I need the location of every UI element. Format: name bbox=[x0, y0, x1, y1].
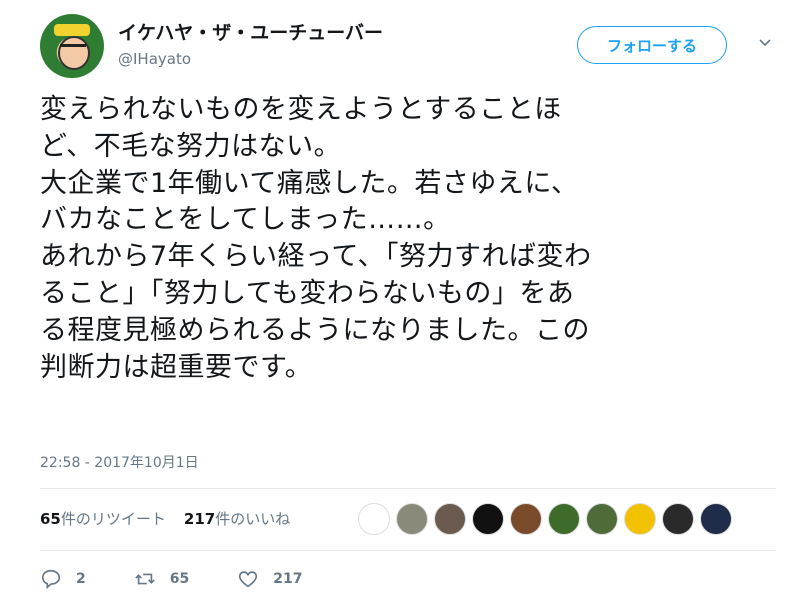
anime-avatar[interactable] bbox=[434, 503, 466, 535]
likes-count: 217 bbox=[183, 510, 216, 528]
heart-icon bbox=[239, 571, 258, 588]
like-button[interactable]: 217 bbox=[237, 568, 302, 590]
retweets-stat[interactable]: 65件のリツイート bbox=[40, 508, 166, 529]
chevron-down-icon[interactable] bbox=[758, 36, 772, 50]
author-avatar[interactable] bbox=[40, 14, 104, 78]
tweet-text: 変えられないものを変えようとすることほ ど、不毛な努力はない。 大企業で1年働い… bbox=[40, 94, 592, 383]
reply-icon bbox=[41, 569, 61, 590]
doodle-avatar[interactable] bbox=[358, 503, 390, 535]
likes-label: 件のいいね bbox=[215, 510, 291, 528]
author-display-name[interactable]: イケハヤ・ザ・ユーチューバー bbox=[118, 18, 383, 45]
night-avatar[interactable] bbox=[510, 503, 542, 535]
reply-count: 2 bbox=[76, 571, 86, 587]
liker-avatars bbox=[358, 503, 732, 535]
follow-button[interactable]: フォローする bbox=[577, 26, 727, 64]
tweet-timestamp[interactable]: 22:58 - 2017年10月1日 bbox=[40, 452, 199, 472]
retweets-count: 65 bbox=[40, 510, 61, 528]
logo-avatar[interactable] bbox=[700, 503, 732, 535]
photo-avatar[interactable] bbox=[396, 503, 428, 535]
retweet-icon bbox=[134, 573, 155, 585]
like-count: 217 bbox=[273, 571, 303, 587]
retweets-label: 件のリツイート bbox=[60, 510, 166, 528]
tweet-actions: 2 65 217 bbox=[40, 568, 350, 590]
dark-avatar[interactable] bbox=[472, 503, 504, 535]
avatar-hat-shape bbox=[54, 24, 90, 36]
retweet-button[interactable]: 65 bbox=[134, 568, 189, 590]
retweet-count: 65 bbox=[169, 571, 190, 587]
face-avatar[interactable] bbox=[624, 503, 656, 535]
divider bbox=[40, 488, 776, 489]
author-handle[interactable]: @IHayato bbox=[118, 50, 191, 68]
green-avatar[interactable] bbox=[548, 503, 580, 535]
likes-stat[interactable]: 217件のいいね bbox=[184, 508, 290, 529]
avatar-face-shape bbox=[58, 36, 90, 70]
field-avatar[interactable] bbox=[586, 503, 618, 535]
emblem-avatar[interactable] bbox=[662, 503, 694, 535]
tweet-stats: 65件のリツイート 217件のいいね bbox=[40, 508, 290, 529]
divider bbox=[40, 550, 776, 551]
reply-button[interactable]: 2 bbox=[40, 568, 86, 590]
avatar-glasses-shape bbox=[60, 44, 86, 53]
